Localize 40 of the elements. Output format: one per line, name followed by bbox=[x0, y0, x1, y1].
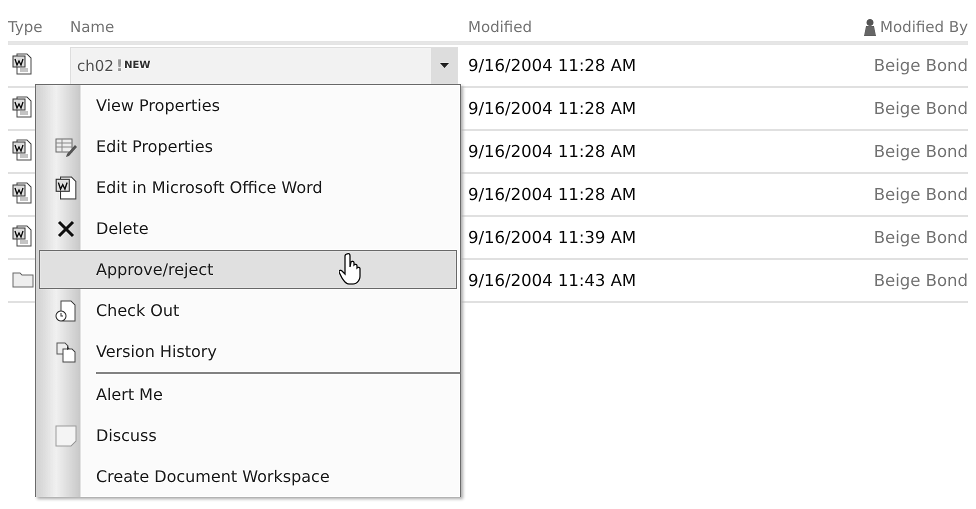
menu-item[interactable]: Discuss bbox=[36, 415, 460, 456]
menu-item[interactable]: Create Document Workspace bbox=[36, 456, 460, 497]
table-cell: Beige Bond bbox=[874, 56, 968, 75]
menu-item[interactable]: Version History bbox=[36, 331, 460, 372]
table-cell: Beige Bond bbox=[874, 271, 968, 290]
column-header[interactable]: Type bbox=[8, 18, 42, 36]
table-cell-text: 9/16/2004 11:28 AM bbox=[467, 185, 638, 204]
table-cell: Beige Bond bbox=[874, 185, 968, 204]
table-cell: Beige Bond bbox=[874, 99, 968, 118]
folder-icon bbox=[12, 270, 34, 288]
document-clock-icon bbox=[55, 300, 77, 322]
column-header[interactable]: Modified bbox=[462, 18, 532, 36]
table-cell-text: 9/16/2004 11:28 AM bbox=[467, 142, 638, 161]
word-document-icon bbox=[12, 96, 32, 118]
menu-item[interactable]: Alert Me bbox=[96, 372, 460, 415]
table-cell-text: 9/16/2004 11:28 AM bbox=[467, 99, 638, 118]
table-cell: Beige Bond bbox=[874, 228, 968, 247]
delete-icon bbox=[56, 218, 76, 238]
menu-item[interactable]: Delete bbox=[36, 208, 460, 249]
table-cell-text: 9/16/2004 11:43 AM bbox=[467, 271, 638, 290]
caret-icon bbox=[440, 63, 448, 68]
word-document-icon bbox=[12, 224, 32, 246]
edit-properties-icon bbox=[55, 136, 77, 156]
note-icon bbox=[55, 424, 77, 446]
version-history-icon bbox=[55, 340, 77, 362]
word-document-icon bbox=[12, 52, 32, 74]
table-cell: Beige Bond bbox=[874, 142, 968, 161]
menu-item[interactable]: View Properties bbox=[36, 85, 460, 126]
column-header[interactable]: Modified By bbox=[880, 18, 968, 36]
word-document-icon bbox=[55, 176, 77, 200]
menu-item[interactable]: Edit Properties bbox=[36, 126, 460, 167]
table-cell-text: 9/16/2004 11:28 AM bbox=[467, 56, 638, 75]
column-header[interactable]: Name bbox=[70, 18, 114, 36]
menu-item[interactable]: Approve/reject bbox=[39, 250, 457, 289]
word-document-icon bbox=[12, 182, 32, 204]
person-icon bbox=[862, 18, 878, 36]
menu-item[interactable]: Check Out bbox=[36, 290, 460, 331]
word-document-icon bbox=[12, 138, 32, 160]
table-cell-text: 9/16/2004 11:39 AM bbox=[467, 228, 638, 247]
menu-item[interactable]: Edit in Microsoft Office Word bbox=[36, 167, 460, 208]
